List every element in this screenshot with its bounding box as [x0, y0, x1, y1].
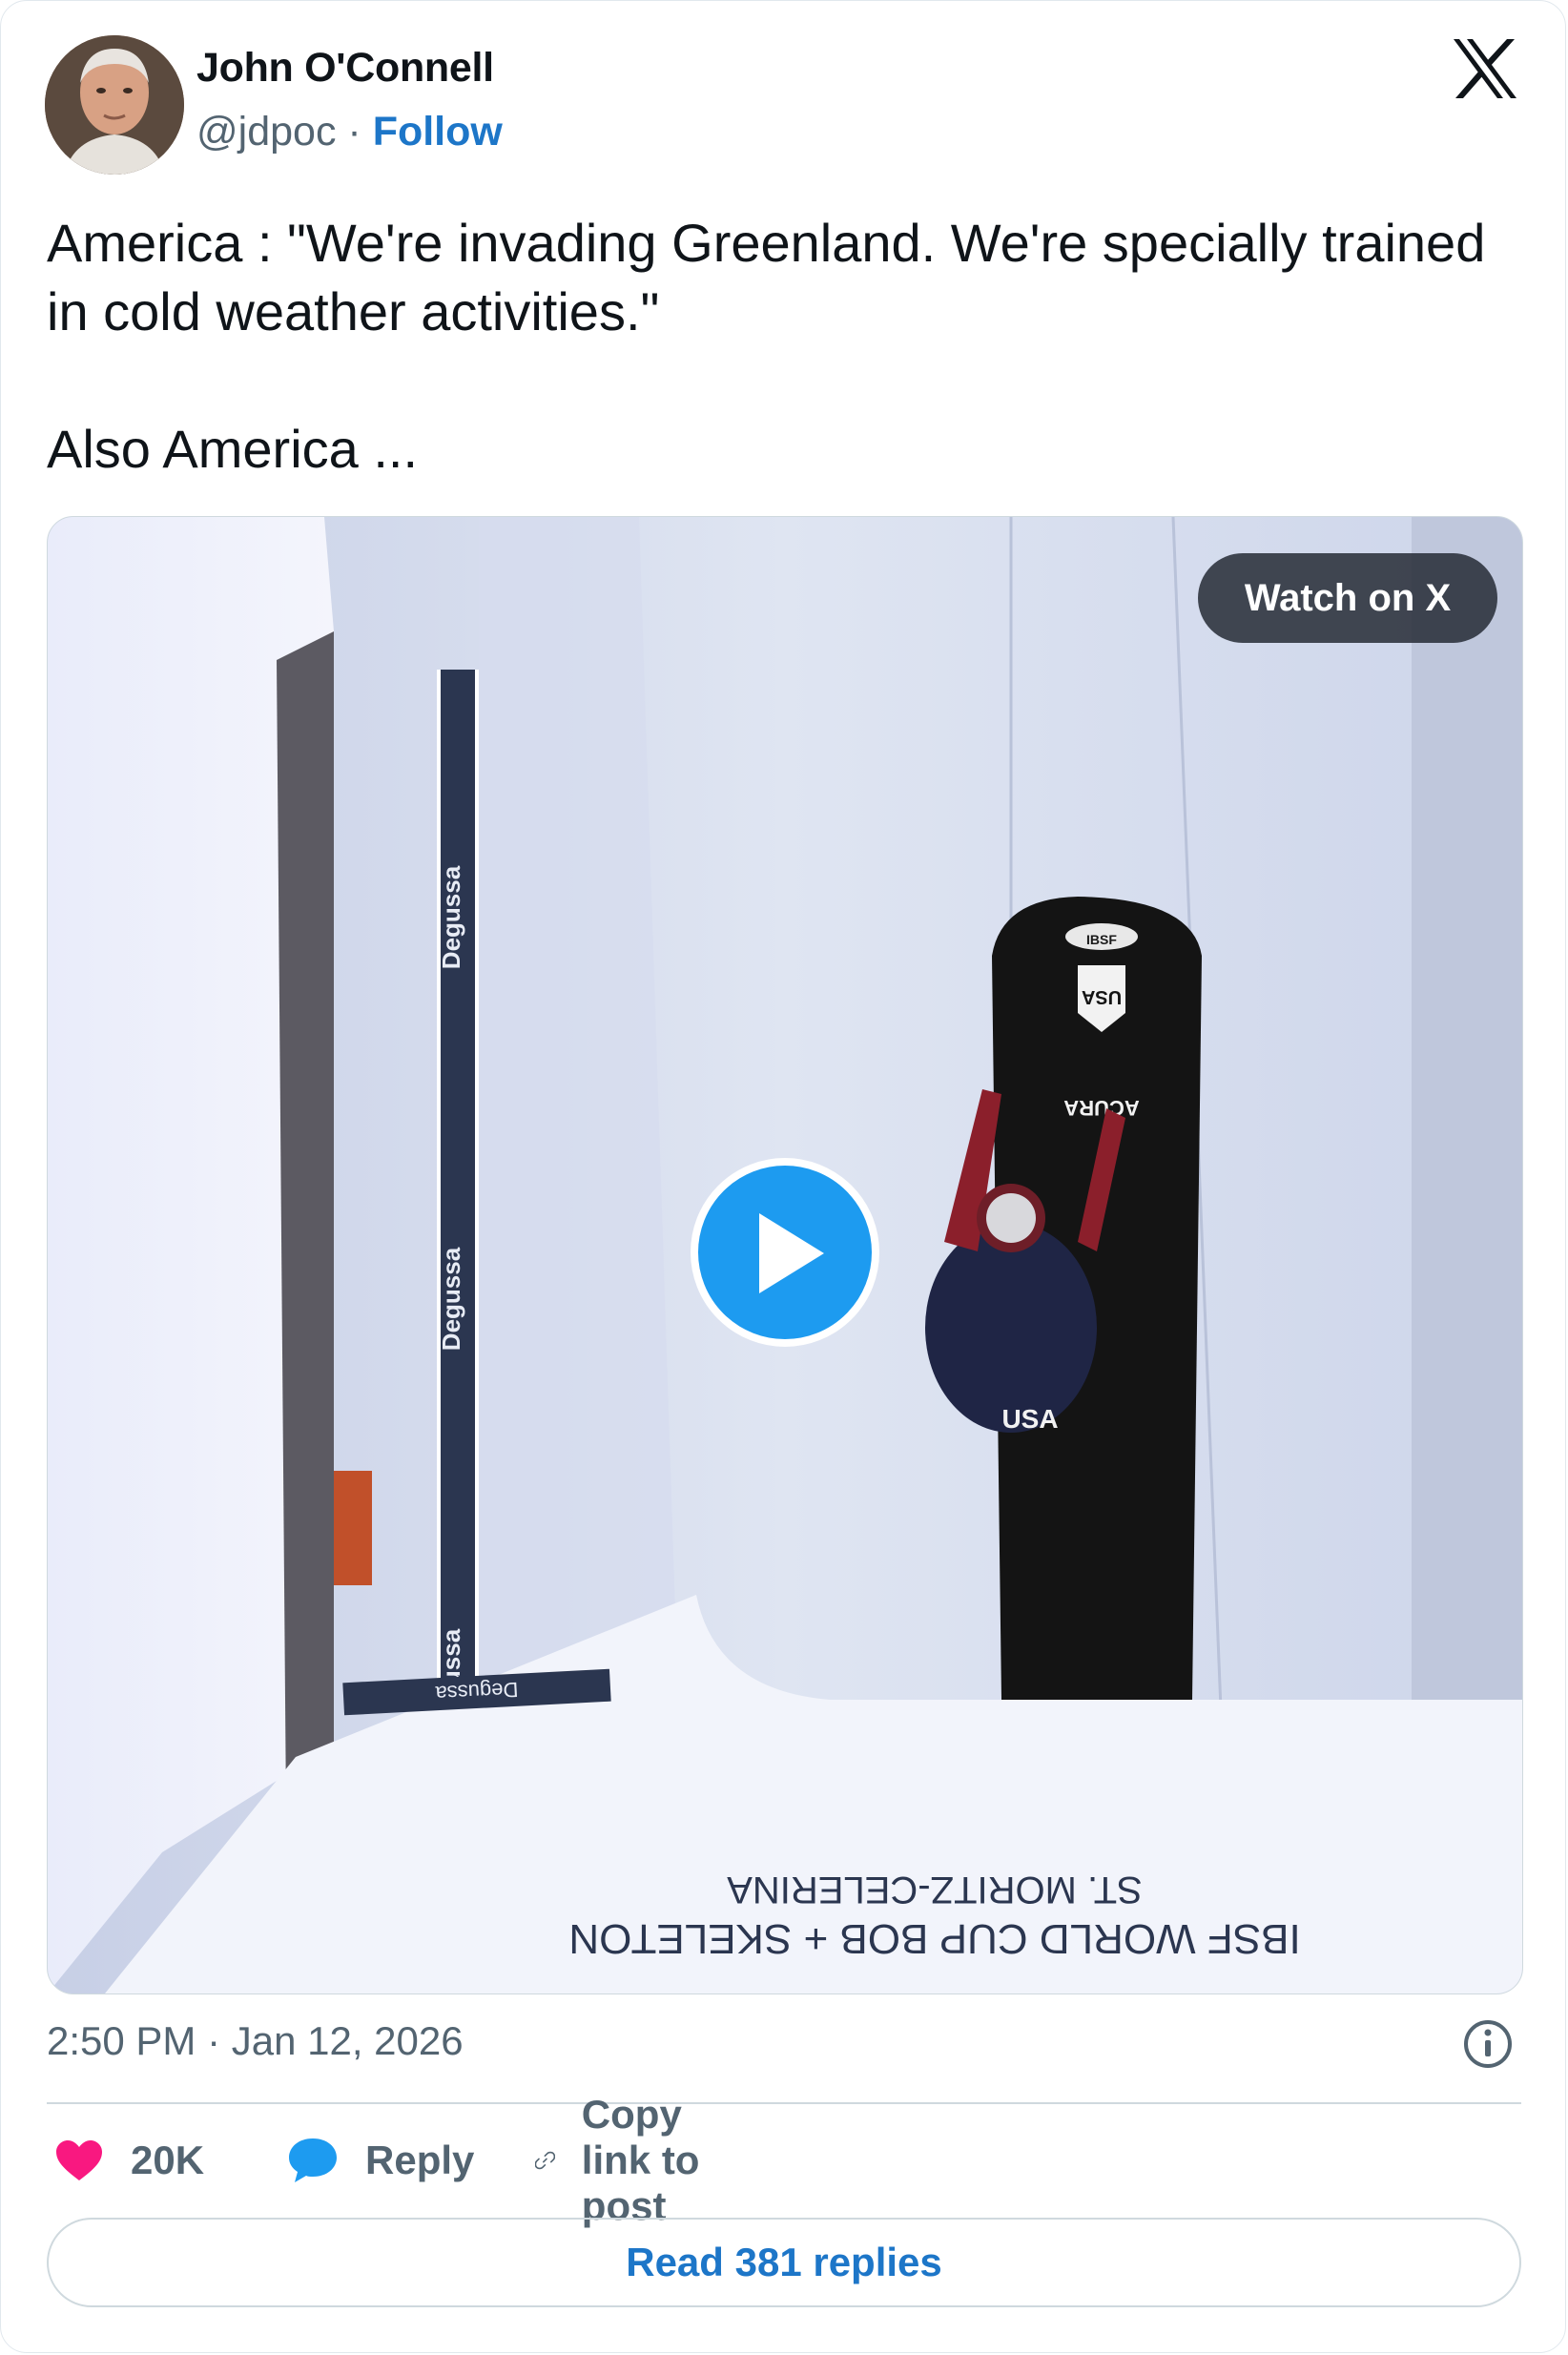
heart-icon: [56, 2140, 102, 2180]
info-icon[interactable]: [1462, 2018, 1514, 2070]
read-replies-button[interactable]: Read 381 replies: [47, 2218, 1521, 2307]
copy-link-button[interactable]: Copy link to post: [535, 2092, 712, 2228]
reply-button[interactable]: Reply: [287, 2132, 474, 2189]
tweet-card: John O'Connell @jdpoc · Follow America :…: [0, 0, 1566, 2353]
copy-link-label: Copy link to post: [581, 2092, 700, 2228]
play-icon: [759, 1213, 824, 1293]
play-button[interactable]: [691, 1158, 879, 1347]
tweet-text: America : "We're invading Greenland. We'…: [47, 213, 1486, 479]
like-count: 20K: [131, 2138, 205, 2182]
author-name[interactable]: John O'Connell: [196, 45, 494, 92]
author-handle-row: @jdpoc · Follow: [196, 109, 503, 155]
x-logo-icon[interactable]: [1452, 37, 1518, 100]
watch-on-x-button[interactable]: Watch on X: [1198, 553, 1497, 643]
avatar-face: [45, 35, 184, 175]
banner-text-1: Degussa: [437, 865, 465, 969]
tweet-timestamp[interactable]: 2:50 PM · Jan 12, 2026: [47, 2018, 464, 2064]
divider: [47, 2102, 1521, 2104]
banner-text-2: Degussa: [437, 1247, 465, 1351]
follow-button[interactable]: Follow: [373, 109, 503, 155]
floor-text-line1: IBSF WORLD CUP BOB + SKELETON: [568, 1915, 1300, 1962]
separator-dot: ·: [347, 109, 361, 155]
athlete-text-usa: USA: [1001, 1404, 1058, 1434]
reply-bubble-icon: [289, 2138, 337, 2182]
avatar[interactable]: [45, 35, 184, 175]
sled-text-ibsf: IBSF: [1086, 932, 1117, 947]
sled-text-acura: ACURA: [1063, 1096, 1140, 1120]
like-button[interactable]: 20K: [54, 2132, 204, 2189]
floor-banner-text: Degussa: [434, 1678, 519, 1706]
reply-label: Reply: [365, 2138, 475, 2182]
sled-text-usa: USA: [1082, 986, 1122, 1007]
video-player[interactable]: Degussa Degussa Degussa Degussa IBSF WOR…: [47, 516, 1523, 1994]
floor-text-line2: ST. MORITZ-CELERINA: [727, 1869, 1143, 1911]
author-handle[interactable]: @jdpoc: [196, 109, 336, 155]
link-icon: [535, 2151, 555, 2170]
